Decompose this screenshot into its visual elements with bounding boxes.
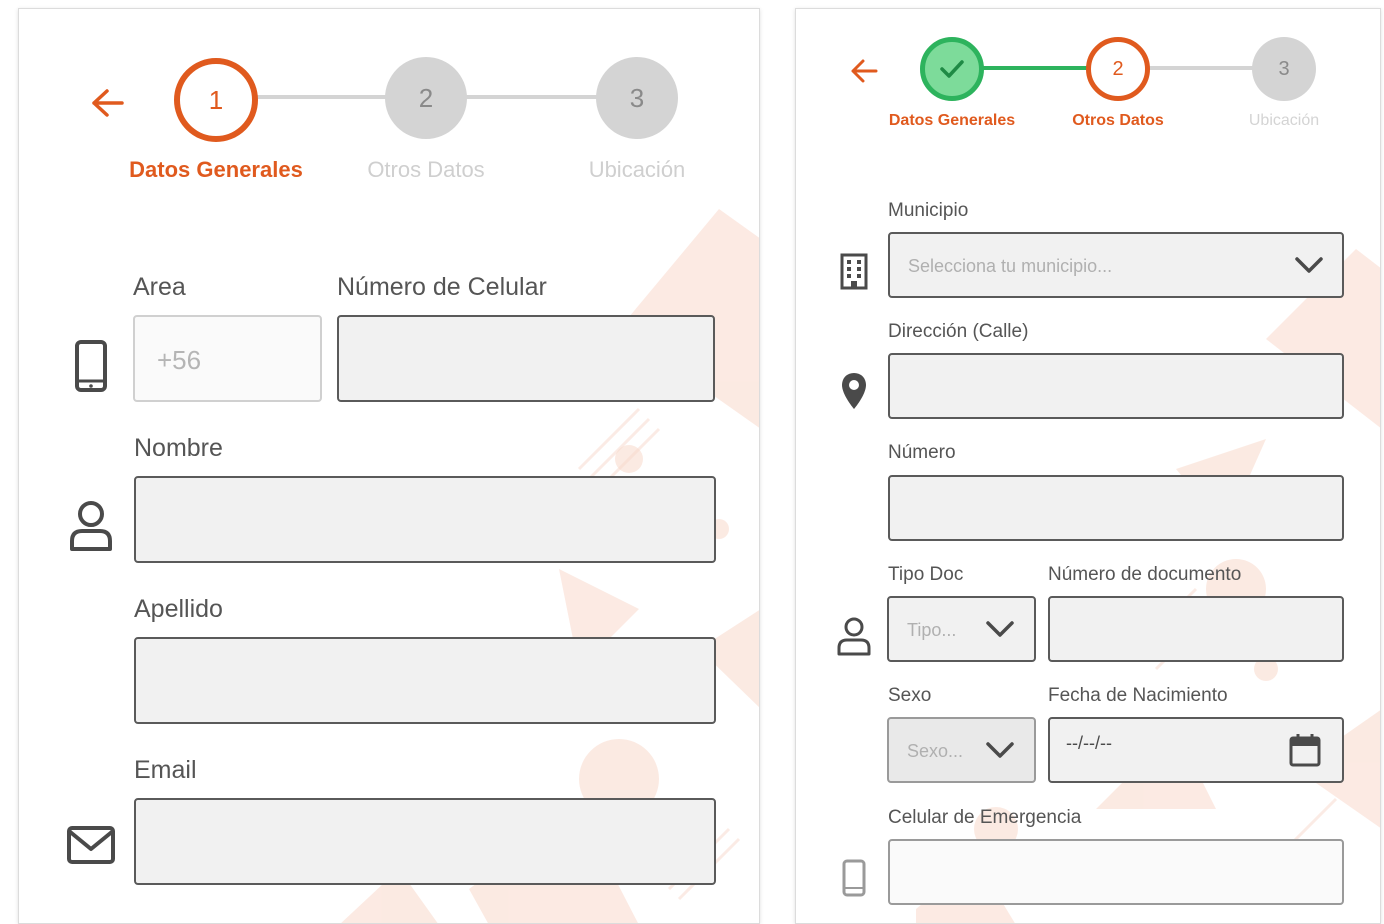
step-3-number: 3 [629, 82, 645, 113]
step-2-label: Otros Datos [367, 157, 485, 182]
background-pattern [341, 209, 759, 923]
step-3-label: Ubicación [588, 157, 686, 182]
area-code-value: +56 [157, 345, 202, 375]
sexo-label: Sexo [888, 685, 932, 706]
calendar-icon[interactable] [1288, 732, 1322, 768]
step-1-label: Datos Generales [129, 157, 303, 182]
fecha-placeholder: --/--/-- [1066, 733, 1112, 753]
step-3-label: Ubicación [1248, 112, 1320, 129]
user-icon [65, 497, 117, 555]
stepper-connector-2 [1148, 66, 1258, 70]
area-code-field[interactable]: +56 [133, 315, 322, 402]
direccion-label: Dirección (Calle) [888, 321, 1029, 342]
phone-number-label: Número de Celular [337, 273, 547, 301]
background-pattern [916, 249, 1380, 923]
map-pin-icon [836, 369, 872, 413]
step-2-number: 2 [418, 82, 434, 113]
step-2-indicator[interactable]: 2 [1086, 37, 1150, 101]
chevron-down-icon [986, 742, 1014, 758]
tipo-doc-select[interactable]: Tipo... [887, 596, 1036, 662]
numero-documento-input[interactable] [1048, 596, 1344, 662]
lastname-label: Apellido [134, 595, 223, 623]
step-1-number: 1 [208, 84, 224, 115]
municipio-placeholder: Selecciona tu municipio... [908, 256, 1113, 276]
phone-number-input[interactable] [337, 315, 715, 402]
right-screen: 2 3 Datos Generales Otros Datos Ubicació… [795, 8, 1381, 924]
stepper-connector-1 [982, 66, 1092, 70]
sexo-select[interactable]: Sexo... [887, 717, 1036, 783]
back-button[interactable] [846, 53, 882, 89]
email-input[interactable] [134, 798, 716, 885]
fecha-nacimiento-label: Fecha de Nacimiento [1048, 685, 1228, 706]
numero-label: Número [888, 442, 956, 463]
celular-emergencia-label: Celular de Emergencia [888, 807, 1082, 828]
step-2-number: 2 [1112, 57, 1124, 80]
step-3-indicator[interactable]: 3 [596, 57, 678, 139]
user-icon [834, 613, 874, 659]
step-2-indicator[interactable]: 2 [385, 57, 467, 139]
tipo-doc-label: Tipo Doc [888, 564, 964, 585]
check-icon [940, 60, 964, 78]
fecha-nacimiento-input[interactable]: --/--/-- [1048, 717, 1344, 783]
email-label: Email [134, 756, 197, 784]
step-2-label: Otros Datos [1072, 112, 1164, 129]
smartphone-icon [840, 857, 868, 899]
lastname-input[interactable] [134, 637, 716, 724]
arrow-left-icon [92, 89, 124, 117]
step-3-number: 3 [1278, 57, 1290, 80]
name-input[interactable] [134, 476, 716, 563]
direccion-input[interactable] [888, 353, 1344, 419]
tipo-doc-placeholder: Tipo... [907, 620, 957, 640]
smartphone-icon [71, 337, 111, 395]
celular-emergencia-input[interactable] [888, 839, 1344, 905]
arrow-left-icon [851, 59, 878, 83]
numero-input[interactable] [888, 475, 1344, 541]
back-button[interactable] [85, 81, 129, 125]
step-1-label: Datos Generales [888, 112, 1016, 129]
sexo-placeholder: Sexo... [907, 741, 964, 761]
name-label: Nombre [134, 434, 223, 462]
chevron-down-icon [986, 621, 1014, 637]
municipio-label: Municipio [888, 200, 969, 221]
step-1-indicator[interactable] [920, 37, 984, 101]
municipio-select[interactable]: Selecciona tu municipio... [888, 232, 1344, 298]
envelope-icon [65, 823, 117, 867]
left-screen: 1 2 3 Datos Generales Otros Datos Ubicac… [18, 8, 760, 924]
building-icon [836, 249, 872, 293]
area-label: Area [133, 273, 186, 301]
step-3-indicator[interactable]: 3 [1252, 37, 1316, 101]
chevron-down-icon [1295, 257, 1323, 273]
step-1-indicator[interactable]: 1 [174, 58, 258, 142]
numero-documento-label: Número de documento [1048, 564, 1242, 585]
